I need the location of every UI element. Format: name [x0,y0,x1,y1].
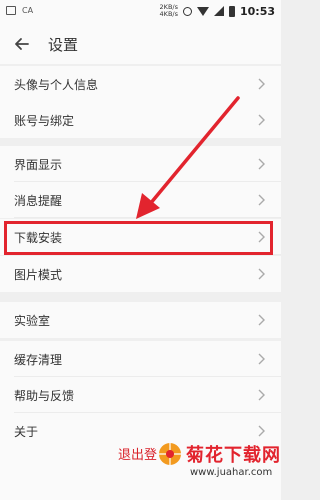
chevron-right-icon [258,425,265,437]
chevron-right-icon [258,158,265,170]
chevron-right-icon [258,114,265,126]
menu-item-label: 缓存清理 [14,353,63,367]
status-bar: CA 2KB/s 4KB/s 10:53 [0,0,281,24]
chevron-right-icon [258,353,265,365]
menu-item-notifications[interactable]: 消息提醒 [0,182,281,218]
signal-icon [213,6,224,16]
menu-item-label: 头像与个人信息 [14,78,99,92]
menu-item-label: 图片模式 [14,268,63,282]
menu-item-label: 实验室 [14,314,51,328]
menu-item-help-feedback[interactable]: 帮助与反馈 [0,377,281,413]
row-divider [14,217,281,218]
speed-down: 4KB/s [159,10,178,18]
chevron-right-icon [258,78,265,90]
menu-item-lab[interactable]: 实验室 [0,302,281,338]
chevron-right-icon [258,268,265,280]
back-arrow-icon[interactable] [12,34,32,54]
menu-item-label: 关于 [14,425,39,439]
menu-item-label: 账号与绑定 [14,114,75,128]
menu-item-avatar-profile[interactable]: 头像与个人信息 [0,66,281,102]
watermark-brand: 菊花下载网 [186,445,281,466]
status-left-text: CA [22,6,34,15]
chevron-right-icon [258,194,265,206]
page-title: 设置 [48,36,79,54]
network-speed: 2KB/s 4KB/s [160,4,178,18]
highlight-box [4,221,273,255]
logout-button[interactable]: 退出登 [118,444,157,463]
status-right: 2KB/s 4KB/s 10:53 [160,4,275,18]
chevron-right-icon [258,389,265,401]
image-notification-icon [6,6,16,15]
menu-item-image-mode[interactable]: 图片模式 [0,256,281,292]
status-left: CA [6,6,33,15]
menu-item-display[interactable]: 界面显示 [0,146,281,182]
menu-item-label: 消息提醒 [14,194,63,208]
menu-item-label: 界面显示 [14,158,63,172]
watermark-url: www.juahar.com [190,467,273,478]
watermark-logo-icon [159,443,181,465]
wifi-icon [196,6,209,16]
menu-item-cache-clear[interactable]: 缓存清理 [0,341,281,377]
menu-item-account-binding[interactable]: 账号与绑定 [0,102,281,138]
chevron-right-icon [258,314,265,326]
menu-item-label: 帮助与反馈 [14,389,75,403]
top-bar: 设置 [0,24,281,64]
data-saver-icon [182,6,192,16]
status-time: 10:53 [239,4,275,18]
battery-icon [228,5,235,17]
